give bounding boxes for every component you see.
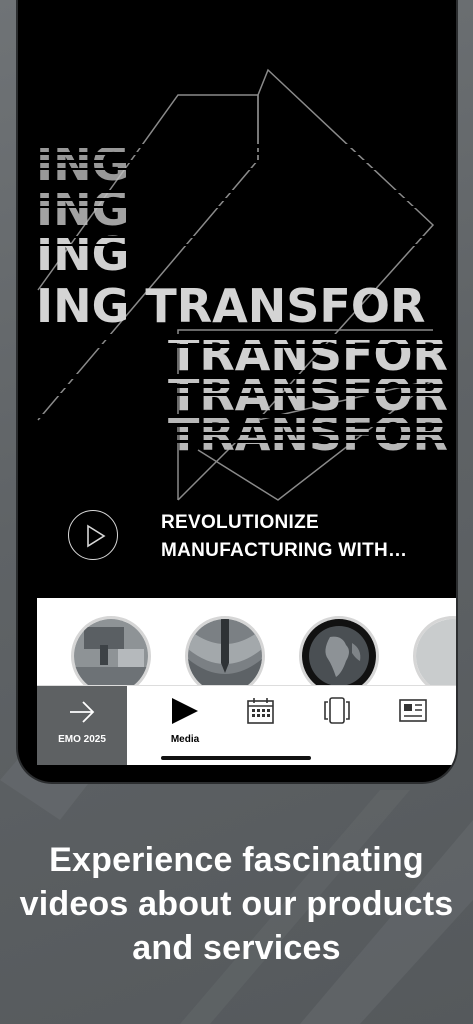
video-thumbnail-strip[interactable] [37, 598, 456, 688]
play-outline-icon [87, 524, 106, 548]
art-text-ing-3: ING [36, 227, 129, 281]
hero-title-line1: REVOLUTIONIZE [161, 512, 320, 533]
tab-media-label: Media [170, 734, 200, 745]
caption-line2: videos about our products [19, 885, 454, 923]
tab-calendar[interactable] [231, 686, 291, 765]
arrow-right-icon [70, 701, 95, 723]
art-text-main: ING TRANSFOR [36, 279, 425, 333]
bottom-tab-bar: EMO 2025 Media [37, 685, 456, 765]
hero-title-line2: MANUFACTURING WITH… [161, 540, 408, 561]
phone-screen: ING ING ING ING TRANSFOR TRANSFOR TRANSF… [18, 0, 456, 782]
tool-thumbnail[interactable] [185, 616, 265, 688]
caption-line1: Experience fascinating [49, 841, 424, 879]
tab-news[interactable] [383, 686, 443, 765]
tab-event[interactable]: EMO 2025 [37, 686, 127, 765]
partial-thumbnail[interactable] [413, 616, 456, 688]
play-video-button[interactable] [68, 510, 118, 560]
globe-thumbnail[interactable] [299, 616, 379, 688]
machine-thumbnail[interactable] [71, 616, 151, 688]
play-icon [172, 698, 198, 724]
pages-icon [324, 697, 350, 724]
caption-line3: and services [132, 929, 341, 967]
tab-media[interactable]: Media [155, 686, 215, 765]
tab-event-label: EMO 2025 [58, 734, 106, 745]
promo-caption: Experience fascinating videos about our … [0, 838, 473, 970]
tab-pages[interactable] [307, 686, 367, 765]
home-indicator[interactable] [161, 756, 311, 760]
calendar-icon [247, 698, 274, 724]
hero-title: REVOLUTIONIZE MANUFACTURING WITH… [161, 509, 421, 565]
news-icon [399, 699, 427, 722]
